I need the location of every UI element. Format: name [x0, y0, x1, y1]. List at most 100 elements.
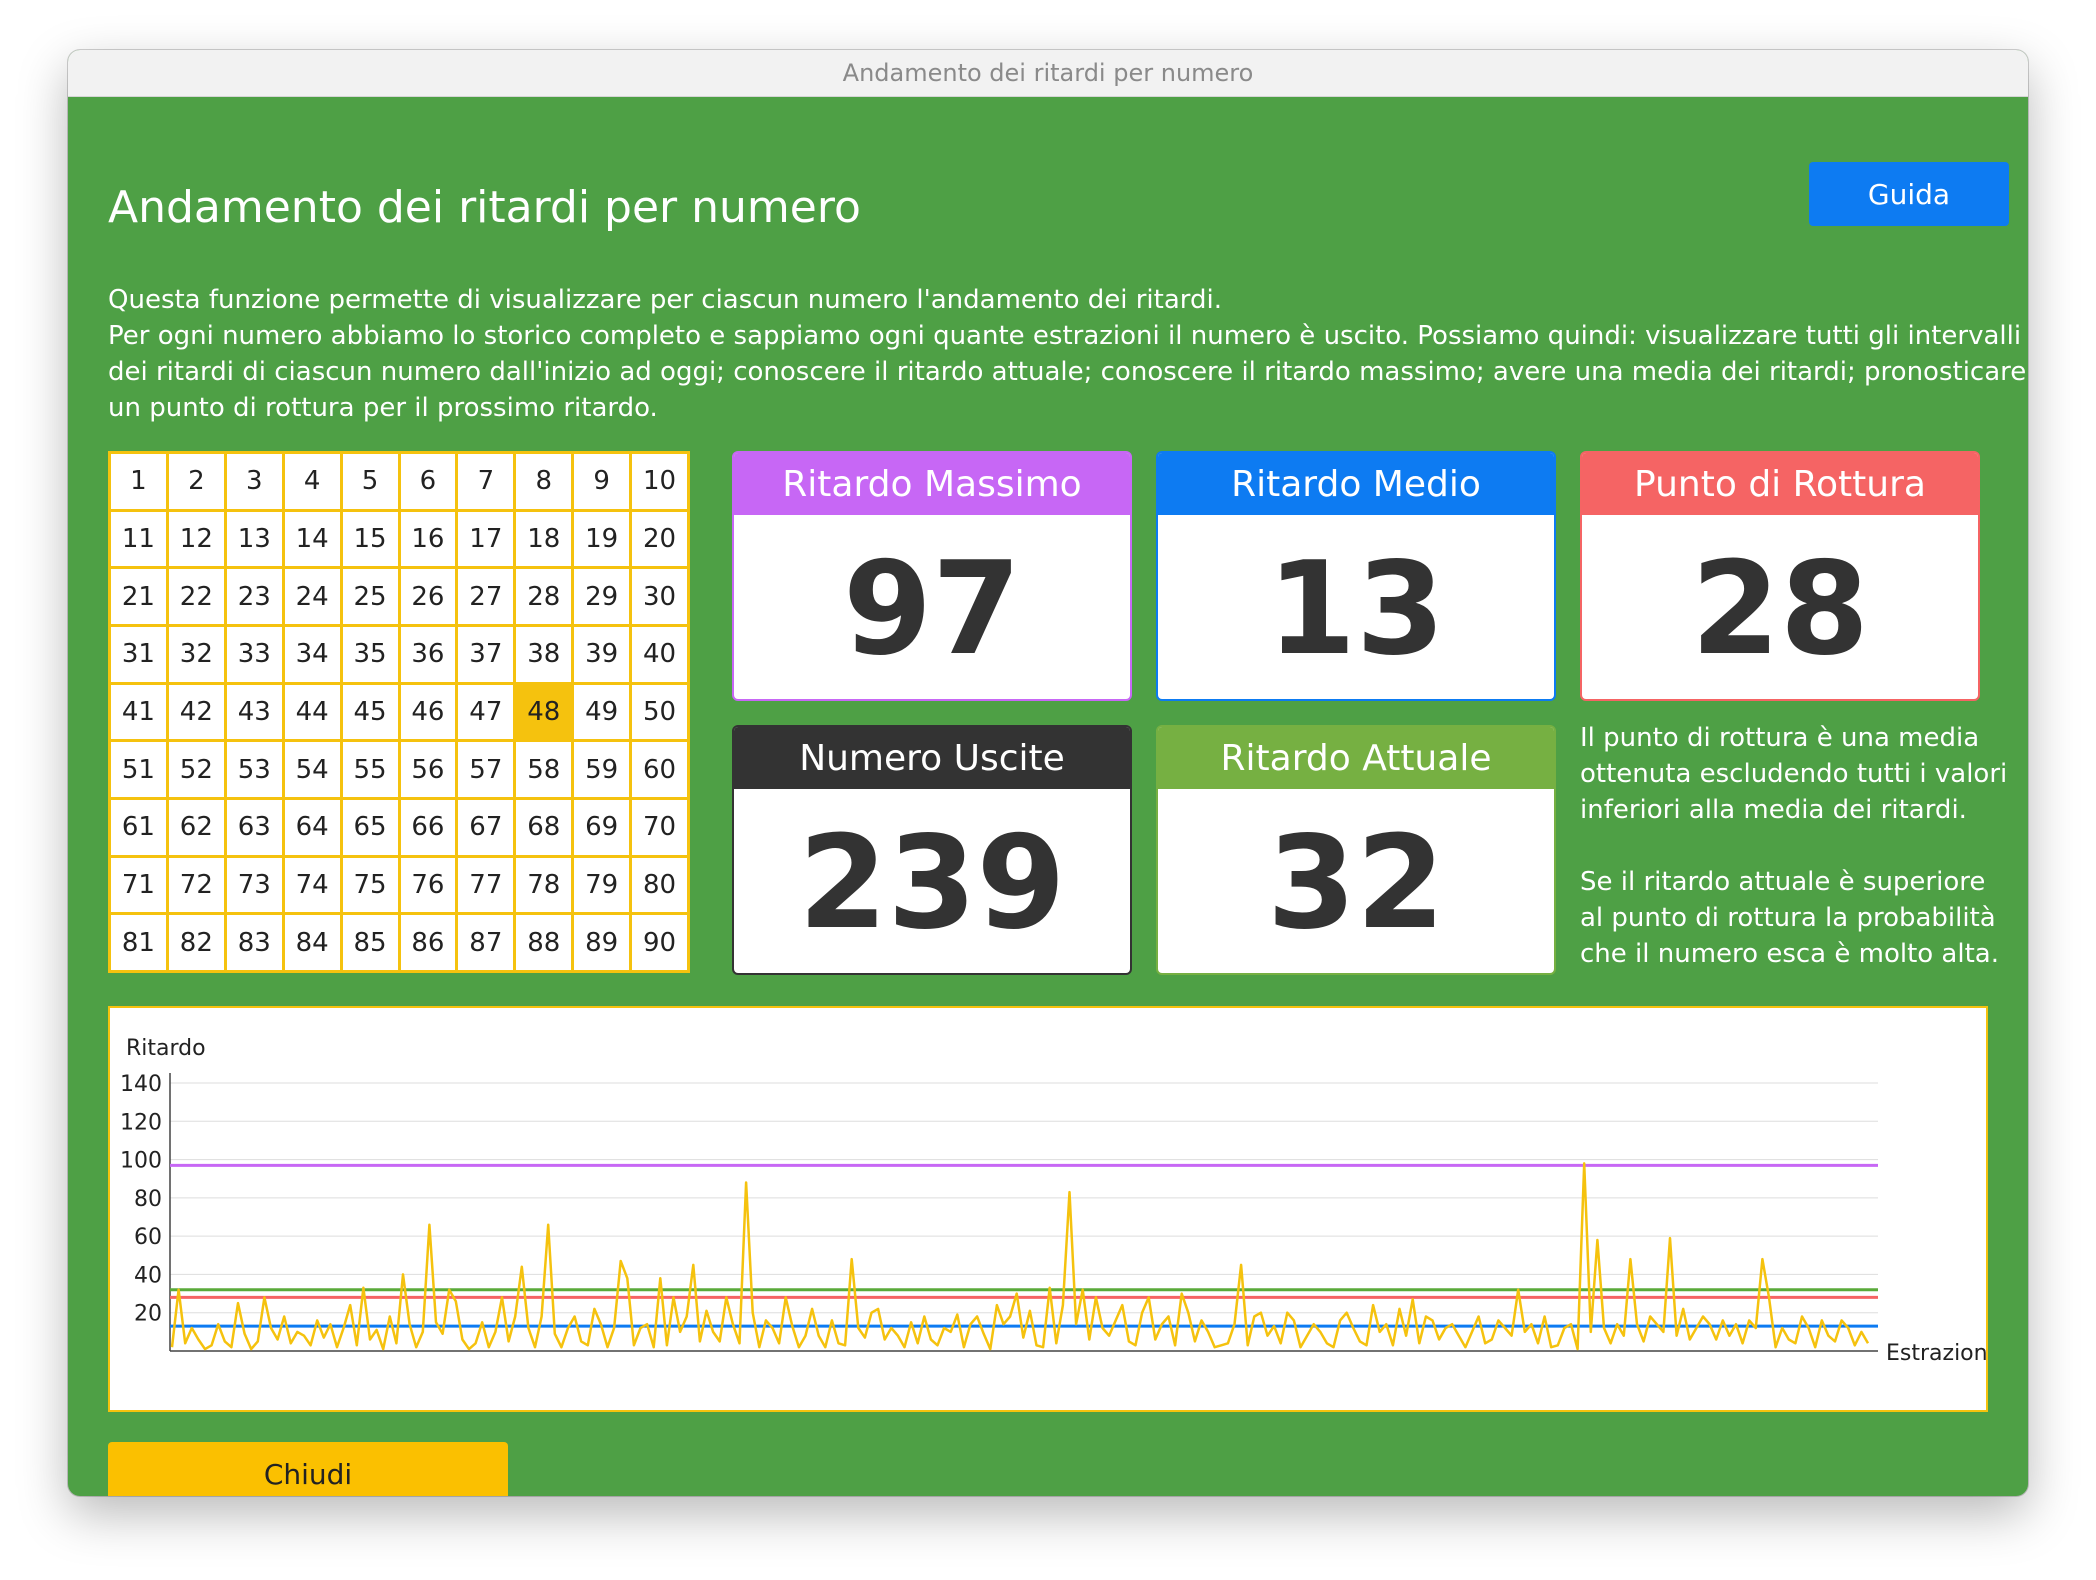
number-cell[interactable]: 79 — [574, 857, 630, 913]
number-cell[interactable]: 53 — [226, 742, 282, 797]
number-cell[interactable]: 81 — [111, 915, 166, 970]
number-cell[interactable]: 54 — [284, 742, 340, 797]
number-cell[interactable]: 67 — [458, 800, 514, 855]
number-cell[interactable]: 35 — [342, 627, 398, 682]
delay-chart: 20 40 60 80 100 120 140 Ritardo Estrazioni — [108, 1006, 1994, 1412]
number-cell[interactable]: 46 — [400, 684, 456, 740]
number-cell[interactable]: 60 — [632, 742, 687, 797]
number-cell[interactable]: 3 — [226, 454, 282, 509]
number-cell[interactable]: 86 — [400, 915, 456, 970]
number-cell[interactable]: 40 — [632, 627, 687, 682]
number-cell[interactable]: 8 — [516, 454, 572, 509]
number-cell[interactable]: 16 — [400, 511, 456, 567]
number-cell[interactable]: 45 — [342, 684, 398, 740]
number-cell[interactable]: 10 — [632, 454, 687, 509]
number-cell[interactable]: 51 — [111, 742, 166, 797]
number-cell[interactable]: 39 — [574, 627, 630, 682]
number-cell[interactable]: 12 — [168, 511, 224, 567]
number-cell[interactable]: 50 — [632, 684, 687, 740]
number-cell[interactable]: 59 — [574, 742, 630, 797]
number-cell[interactable]: 19 — [574, 511, 630, 567]
number-cell[interactable]: 15 — [342, 511, 398, 567]
number-cell[interactable]: 78 — [516, 857, 572, 913]
number-cell[interactable]: 29 — [574, 569, 630, 624]
number-cell[interactable]: 34 — [284, 627, 340, 682]
number-cell[interactable]: 76 — [400, 857, 456, 913]
number-cell[interactable]: 70 — [632, 800, 687, 855]
stat-break-value: 28 — [1690, 534, 1870, 684]
number-cell[interactable]: 25 — [342, 569, 398, 624]
number-cell[interactable]: 49 — [574, 684, 630, 740]
number-cell[interactable]: 18 — [516, 511, 572, 567]
number-cell[interactable]: 71 — [111, 857, 166, 913]
number-cell[interactable]: 37 — [458, 627, 514, 682]
stat-avg-value: 13 — [1266, 534, 1446, 684]
number-cell[interactable]: 58 — [516, 742, 572, 797]
number-cell[interactable]: 73 — [226, 857, 282, 913]
number-cell[interactable]: 1 — [111, 454, 166, 509]
number-cell[interactable]: 5 — [342, 454, 398, 509]
guide-button[interactable]: Guida — [1809, 162, 2009, 226]
number-cell[interactable]: 72 — [168, 857, 224, 913]
number-cell[interactable]: 65 — [342, 800, 398, 855]
number-cell[interactable]: 23 — [226, 569, 282, 624]
number-cell[interactable]: 24 — [284, 569, 340, 624]
number-cell[interactable]: 63 — [226, 800, 282, 855]
number-cell[interactable]: 9 — [574, 454, 630, 509]
number-cell[interactable]: 55 — [342, 742, 398, 797]
description-line: dei ritardi di ciascun numero dall'inizi… — [108, 357, 2027, 387]
number-cell[interactable]: 68 — [516, 800, 572, 855]
y-tick-label: 140 — [120, 1072, 162, 1097]
number-cell[interactable]: 36 — [400, 627, 456, 682]
number-cell[interactable]: 62 — [168, 800, 224, 855]
number-cell[interactable]: 11 — [111, 511, 166, 567]
close-button[interactable]: Chiudi — [108, 1442, 508, 1496]
number-cell[interactable]: 14 — [284, 511, 340, 567]
number-cell[interactable]: 21 — [111, 569, 166, 624]
number-cell[interactable]: 84 — [284, 915, 340, 970]
number-cell[interactable]: 28 — [516, 569, 572, 624]
number-cell[interactable]: 33 — [226, 627, 282, 682]
number-cell[interactable]: 56 — [400, 742, 456, 797]
number-cell[interactable]: 69 — [574, 800, 630, 855]
number-cell[interactable]: 57 — [458, 742, 514, 797]
number-cell[interactable]: 6 — [400, 454, 456, 509]
number-cell[interactable]: 22 — [168, 569, 224, 624]
number-cell[interactable]: 88 — [516, 915, 572, 970]
number-cell[interactable]: 20 — [632, 511, 687, 567]
number-cell[interactable]: 42 — [168, 684, 224, 740]
number-cell[interactable]: 32 — [168, 627, 224, 682]
number-cell[interactable]: 87 — [458, 915, 514, 970]
number-cell[interactable]: 61 — [111, 800, 166, 855]
number-cell[interactable]: 7 — [458, 454, 514, 509]
y-tick-label: 100 — [120, 1149, 162, 1174]
number-cell[interactable]: 85 — [342, 915, 398, 970]
number-cell[interactable]: 2 — [168, 454, 224, 509]
number-cell[interactable]: 41 — [111, 684, 166, 740]
number-cell[interactable]: 26 — [400, 569, 456, 624]
number-cell[interactable]: 38 — [516, 627, 572, 682]
number-cell[interactable]: 80 — [632, 857, 687, 913]
number-cell[interactable]: 64 — [284, 800, 340, 855]
number-cell[interactable]: 90 — [632, 915, 687, 970]
number-cell[interactable]: 31 — [111, 627, 166, 682]
window-title: Andamento dei ritardi per numero — [842, 59, 1254, 87]
number-cell[interactable]: 44 — [284, 684, 340, 740]
number-cell[interactable]: 30 — [632, 569, 687, 624]
number-cell[interactable]: 47 — [458, 684, 514, 740]
number-cell[interactable]: 43 — [226, 684, 282, 740]
number-cell[interactable]: 83 — [226, 915, 282, 970]
number-cell[interactable]: 74 — [284, 857, 340, 913]
number-cell[interactable]: 17 — [458, 511, 514, 567]
number-cell[interactable]: 75 — [342, 857, 398, 913]
number-cell[interactable]: 48 — [516, 684, 572, 740]
number-cell[interactable]: 82 — [168, 915, 224, 970]
side-note-p2: Se il ritardo attuale è superiore al pun… — [1580, 867, 1999, 969]
number-cell[interactable]: 13 — [226, 511, 282, 567]
number-cell[interactable]: 52 — [168, 742, 224, 797]
number-cell[interactable]: 89 — [574, 915, 630, 970]
number-cell[interactable]: 77 — [458, 857, 514, 913]
number-cell[interactable]: 4 — [284, 454, 340, 509]
number-cell[interactable]: 27 — [458, 569, 514, 624]
number-cell[interactable]: 66 — [400, 800, 456, 855]
